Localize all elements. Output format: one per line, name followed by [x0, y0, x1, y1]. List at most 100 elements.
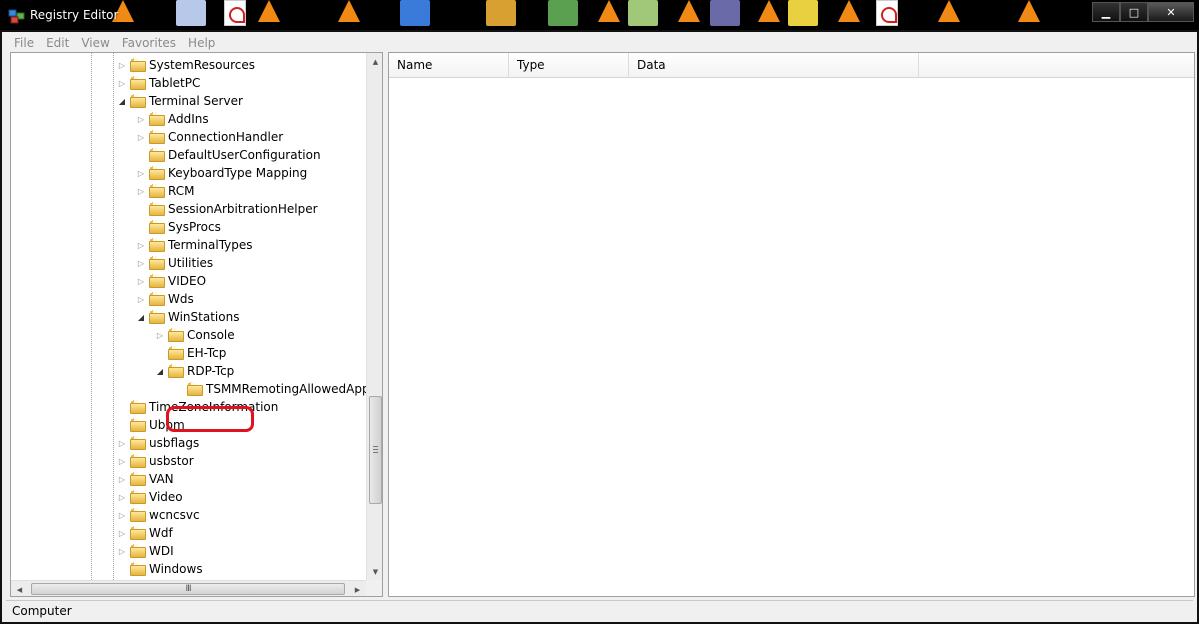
column-header-name[interactable]: Name: [389, 53, 509, 78]
vlc-icon: [838, 0, 860, 22]
folder-icon: [130, 436, 146, 450]
tree-node-label: usbflags: [149, 436, 200, 450]
tree-node[interactable]: ◢ Terminal Server: [117, 92, 243, 110]
tree-node[interactable]: ▷ usbflags: [117, 434, 199, 452]
title-bar: Registry Editor ▁ □ ✕: [0, 0, 1199, 32]
expand-arrow-icon[interactable]: ▷: [117, 434, 127, 452]
registry-values-pane[interactable]: Name Type Data: [388, 52, 1195, 597]
expand-arrow-icon[interactable]: ▷: [117, 506, 127, 524]
expand-arrow-icon[interactable]: ▷: [136, 236, 146, 254]
tree-node-label: EH-Tcp: [187, 346, 227, 360]
column-header-type[interactable]: Type: [509, 53, 629, 78]
column-header-data[interactable]: Data: [629, 53, 919, 78]
tree-node[interactable]: ▷ RCM: [136, 182, 194, 200]
menu-favorites[interactable]: Favorites: [116, 34, 182, 52]
expand-arrow-icon[interactable]: ▷: [117, 524, 127, 542]
expand-arrow-icon[interactable]: ▷: [136, 272, 146, 290]
folder-icon: [149, 310, 165, 324]
expand-arrow-icon[interactable]: ▷: [136, 254, 146, 272]
tree-node-label: TSMMRemotingAllowedApps: [206, 382, 366, 396]
registry-tree-pane: ▷ SystemResources ▷ TabletPC ◢ Terminal Serve…: [10, 52, 383, 597]
expand-arrow-icon[interactable]: ▷: [136, 164, 146, 182]
tree-node-label: ConnectionHandler: [168, 130, 284, 144]
tree-guide-line: [113, 53, 114, 580]
tree-node[interactable]: ▷ TerminalTypes: [136, 236, 253, 254]
menu-edit[interactable]: Edit: [40, 34, 75, 52]
expand-arrow-icon[interactable]: ▷: [117, 488, 127, 506]
horizontal-scroll-thumb[interactable]: III: [31, 583, 345, 595]
tree-node[interactable]: ▷ AddIns: [136, 110, 209, 128]
window-thumbnail-icon: [628, 0, 658, 26]
tree-node-label: Utilities: [168, 256, 214, 270]
vlc-icon: [598, 0, 620, 22]
expand-arrow-icon[interactable]: ▷: [136, 182, 146, 200]
expand-arrow-icon[interactable]: ▷: [136, 128, 146, 146]
vlc-icon: [1018, 0, 1040, 22]
scroll-down-arrow-icon[interactable]: ▼: [367, 563, 382, 580]
tree-node[interactable]: ▷ SystemResources: [117, 56, 255, 74]
menu-help[interactable]: Help: [182, 34, 221, 52]
taskbar-thumbnail-strip: [0, 0, 1199, 30]
tree-node[interactable]: ▷ Wds: [136, 290, 194, 308]
tree-node[interactable]: Windows: [117, 560, 203, 578]
vlc-icon: [758, 0, 780, 22]
tree-node[interactable]: ▷ Console: [155, 326, 235, 344]
scroll-up-arrow-icon[interactable]: ▲: [367, 53, 382, 70]
folder-icon: [149, 112, 165, 126]
tree-node[interactable]: ▷ WDI: [117, 542, 174, 560]
vlc-icon: [338, 0, 360, 22]
maximize-button[interactable]: □: [1120, 2, 1148, 22]
expand-arrow-icon[interactable]: ▷: [117, 542, 127, 560]
folder-icon: [187, 382, 203, 396]
expand-arrow-icon[interactable]: ▷: [136, 110, 146, 128]
tree-vertical-scrollbar[interactable]: ▲ ▼: [366, 53, 382, 580]
window-controls: ▁ □ ✕: [1092, 2, 1194, 22]
tree-node-label: Wds: [168, 292, 194, 306]
tree-node-label: AddIns: [168, 112, 209, 126]
scroll-right-arrow-icon[interactable]: ▶: [349, 581, 366, 596]
tree-node-label: Wdf: [149, 526, 173, 540]
expand-arrow-icon[interactable]: ▷: [117, 56, 127, 74]
close-button[interactable]: ✕: [1148, 2, 1194, 22]
collapse-arrow-icon[interactable]: ◢: [155, 362, 165, 380]
status-bar: Computer: [6, 600, 1193, 620]
tree-node[interactable]: ◢ WinStations: [136, 308, 239, 326]
tree-node-label: WinStations: [168, 310, 240, 324]
expand-arrow-icon[interactable]: ▷: [117, 470, 127, 488]
tree-node[interactable]: ▷ Utilities: [136, 254, 213, 272]
tree-node[interactable]: SysProcs: [136, 218, 221, 236]
folder-icon: [130, 562, 146, 576]
tree-node[interactable]: ▷ KeyboardType Mapping: [136, 164, 307, 182]
tree-node[interactable]: ▷ VAN: [117, 470, 174, 488]
tree-node[interactable]: ▷ wcncsvc: [117, 506, 200, 524]
collapse-arrow-icon[interactable]: ◢: [117, 92, 127, 110]
tree-node[interactable]: DefaultUserConfiguration: [136, 146, 321, 164]
expand-arrow-icon[interactable]: ▷: [136, 290, 146, 308]
registry-editor-icon: [8, 9, 25, 24]
tree-node[interactable]: ▷ Wdf: [117, 524, 173, 542]
scroll-left-arrow-icon[interactable]: ◀: [11, 581, 28, 596]
expand-arrow-icon[interactable]: ▷: [117, 74, 127, 92]
tree-node[interactable]: ▷ VIDEO: [136, 272, 206, 290]
tree-node[interactable]: SessionArbitrationHelper: [136, 200, 318, 218]
minimize-button[interactable]: ▁: [1092, 2, 1120, 22]
tree-node[interactable]: ▷ usbstor: [117, 452, 194, 470]
tree-horizontal-scrollbar[interactable]: ◀ III ▶: [11, 580, 382, 596]
tree-node[interactable]: EH-Tcp: [155, 344, 226, 362]
tree-node[interactable]: ▷ ConnectionHandler: [136, 128, 283, 146]
folder-icon: [149, 130, 165, 144]
menu-view[interactable]: View: [75, 34, 115, 52]
vertical-scroll-thumb[interactable]: [369, 396, 382, 504]
expand-arrow-icon[interactable]: ▷: [117, 452, 127, 470]
menu-file[interactable]: File: [8, 34, 40, 52]
folder-icon: [130, 400, 146, 414]
tree-node[interactable]: ▷ Video: [117, 488, 183, 506]
folder-icon: [149, 292, 165, 306]
tree-node[interactable]: TSMMRemotingAllowedApps: [174, 380, 366, 398]
expand-arrow-icon[interactable]: ▷: [155, 326, 165, 344]
tree-node[interactable]: ◢ RDP-Tcp: [155, 362, 234, 380]
tree-node[interactable]: ▷ TabletPC: [117, 74, 200, 92]
vlc-icon: [258, 0, 280, 22]
collapse-arrow-icon[interactable]: ◢: [136, 308, 146, 326]
